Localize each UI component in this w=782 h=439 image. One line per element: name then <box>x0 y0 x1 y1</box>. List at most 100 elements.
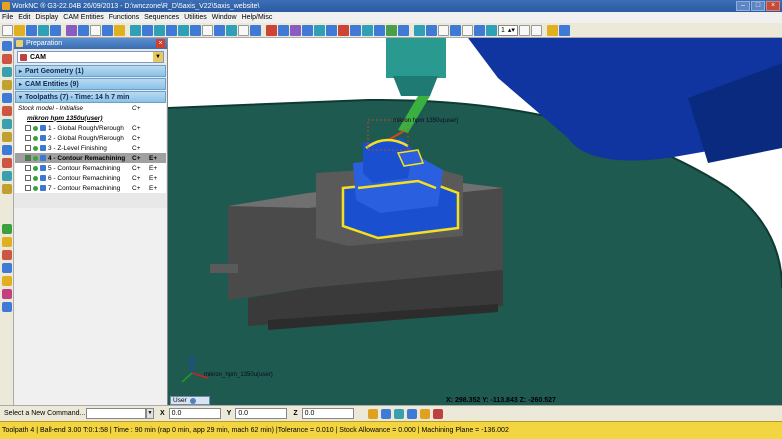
z-input[interactable]: 0.0 <box>301 408 354 419</box>
grid-icon[interactable] <box>426 24 437 36</box>
tree-row-machine[interactable]: mikron hpm 1350u(user) <box>15 113 166 123</box>
show-icon[interactable] <box>386 24 397 36</box>
cam-combo[interactable]: CAM ▼ <box>17 51 164 63</box>
step-spinner[interactable]: 1 ▴▾ <box>498 24 518 36</box>
view-bottom-icon[interactable] <box>202 24 213 36</box>
layers-icon[interactable] <box>350 24 361 36</box>
x-input[interactable]: 0.0 <box>168 408 221 419</box>
y-input[interactable]: 0.0 <box>235 408 288 419</box>
command-dropdown-icon[interactable]: ▼ <box>146 408 154 419</box>
machine-setup-icon[interactable] <box>1 237 12 247</box>
new-file-icon[interactable] <box>2 24 13 36</box>
command-input[interactable] <box>86 408 146 419</box>
stock-model-icon[interactable] <box>1 145 12 155</box>
menu-help-misc[interactable]: Help/Misc <box>242 14 273 21</box>
lights-icon[interactable] <box>362 24 373 36</box>
tool-icon[interactable] <box>1 54 12 64</box>
tree-row-stock-model[interactable]: Stock model - Initialise C+ <box>15 103 166 113</box>
menu-functions[interactable]: Functions <box>109 14 139 21</box>
cancel-pick-icon[interactable] <box>432 408 443 419</box>
expand-arrow-icon[interactable]: ▸ <box>19 81 22 88</box>
section-toolpaths[interactable]: ▾ Toolpaths (7) - Time: 14 h 7 min <box>15 91 166 103</box>
chevron-down-icon[interactable]: ▼ <box>153 52 163 62</box>
visibility-checkbox[interactable] <box>25 145 31 151</box>
step-forward-icon[interactable] <box>530 24 542 36</box>
snap-grid-icon[interactable] <box>393 408 404 419</box>
roughing-icon[interactable] <box>1 67 12 77</box>
view-left-icon[interactable] <box>178 24 189 36</box>
visibility-checkbox[interactable] <box>25 165 31 171</box>
visibility-checkbox[interactable] <box>25 125 31 131</box>
3d-viewport[interactable]: mikron_hpm_1350u(user) mikron hpm 1350u(… <box>168 38 782 405</box>
spinner-arrows-icon[interactable]: ▴▾ <box>508 26 515 34</box>
pin-icon[interactable] <box>546 24 558 36</box>
snap-icon[interactable] <box>414 24 425 36</box>
toolpath-editor-icon[interactable] <box>1 224 12 234</box>
drilling-icon[interactable] <box>1 106 12 116</box>
tree-row-toolpath-1[interactable]: 1 - Global Rough/Rerough C+ <box>15 123 166 133</box>
tree-row-toolpath-3[interactable]: 3 - Z-Level Finishing C+ <box>15 143 166 153</box>
select-all-icon[interactable] <box>474 24 485 36</box>
redo-icon[interactable] <box>78 24 89 36</box>
minimize-button[interactable]: – <box>736 1 750 11</box>
report-icon[interactable] <box>1 263 12 273</box>
collision-check-icon[interactable] <box>1 158 12 168</box>
menu-cam-entities[interactable]: CAM Entities <box>63 14 103 21</box>
import-icon[interactable] <box>50 24 61 36</box>
tree-row-toolpath-7[interactable]: 7 - Contour Remachining C+ E+ <box>15 183 166 193</box>
preparation-icon[interactable] <box>1 41 12 51</box>
settings-icon[interactable] <box>114 24 125 36</box>
snap-vertex-icon[interactable] <box>406 408 417 419</box>
finishing-icon[interactable] <box>1 80 12 90</box>
menu-sequences[interactable]: Sequences <box>144 14 179 21</box>
view-tab-user[interactable]: User <box>170 396 210 405</box>
step-back-icon[interactable] <box>518 24 530 36</box>
workzone-icon[interactable] <box>1 250 12 260</box>
section-icon[interactable] <box>338 24 349 36</box>
tree-row-toolpath-6[interactable]: 6 - Contour Remachining C+ E+ <box>15 173 166 183</box>
undo-icon[interactable] <box>66 24 77 36</box>
menu-display[interactable]: Display <box>35 14 58 21</box>
tree-row-toolpath-2[interactable]: 2 - Global Rough/Rerough C+ <box>15 133 166 143</box>
visibility-checkbox[interactable] <box>25 185 31 191</box>
menu-edit[interactable]: Edit <box>18 14 30 21</box>
section-cam-entities[interactable]: ▸ CAM Entities (9) <box>15 78 166 90</box>
panel-close-icon[interactable]: × <box>156 39 165 48</box>
stock-icon[interactable] <box>302 24 313 36</box>
view-top-icon[interactable] <box>130 24 141 36</box>
view-front-icon[interactable] <box>142 24 153 36</box>
open-folder-icon[interactable] <box>14 24 25 36</box>
postprocess-icon[interactable] <box>1 132 12 142</box>
shading-icon[interactable] <box>250 24 261 36</box>
visibility-checkbox[interactable] <box>25 155 31 161</box>
frame-icon[interactable] <box>438 24 449 36</box>
view-iso-icon[interactable] <box>166 24 177 36</box>
expand-arrow-icon[interactable]: ▸ <box>19 68 22 75</box>
pick-entity-icon[interactable] <box>380 408 391 419</box>
help-icon[interactable] <box>90 24 101 36</box>
view-back-icon[interactable] <box>190 24 201 36</box>
remachining-icon[interactable] <box>1 93 12 103</box>
zoom-fit-icon[interactable] <box>214 24 225 36</box>
wcs-icon[interactable] <box>450 24 461 36</box>
documentation-icon[interactable] <box>1 184 12 194</box>
machine-icon[interactable] <box>266 24 277 36</box>
five-axis-icon[interactable] <box>1 119 12 129</box>
menu-file[interactable]: File <box>2 14 13 21</box>
select-box-icon[interactable] <box>462 24 473 36</box>
monitor-icon[interactable] <box>1 302 12 312</box>
zoom-window-icon[interactable] <box>226 24 237 36</box>
filter-icon[interactable] <box>398 24 409 36</box>
collapse-arrow-icon[interactable]: ▾ <box>19 94 22 101</box>
rotate-icon[interactable] <box>102 24 113 36</box>
simulation-side-icon[interactable] <box>1 171 12 181</box>
simulation-icon[interactable] <box>278 24 289 36</box>
menu-utilities[interactable]: Utilities <box>184 14 207 21</box>
hide-icon[interactable] <box>374 24 385 36</box>
measure-icon[interactable] <box>326 24 337 36</box>
save-icon[interactable] <box>26 24 37 36</box>
tools-library-icon[interactable] <box>1 289 12 299</box>
menu-window[interactable]: Window <box>212 14 237 21</box>
view-right-icon[interactable] <box>154 24 165 36</box>
maximize-button[interactable]: □ <box>751 1 765 11</box>
